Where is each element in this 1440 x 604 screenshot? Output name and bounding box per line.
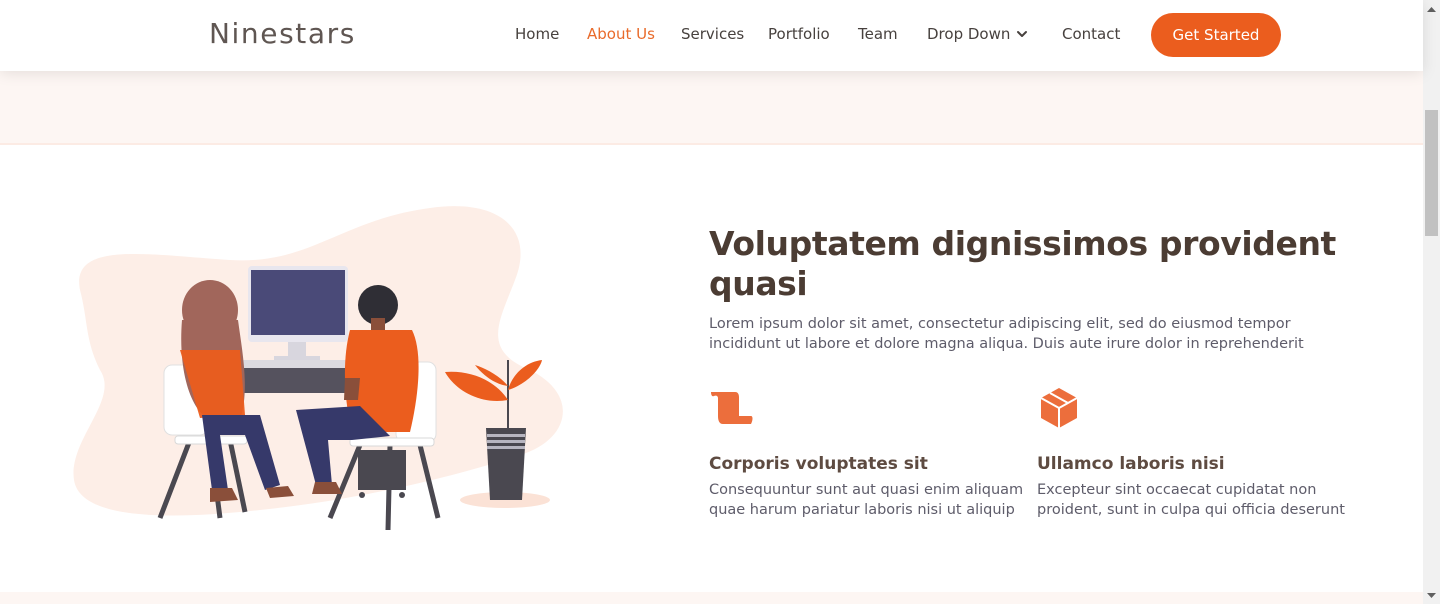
site-header: Ninestars Home About Us Services Portfol… bbox=[0, 0, 1423, 71]
feature-item: Ullamco laboris nisi Excepteur sint occa… bbox=[1037, 386, 1357, 520]
hero-band bbox=[0, 71, 1423, 145]
chevron-down-icon bbox=[1017, 31, 1028, 37]
cube-icon bbox=[1040, 388, 1078, 428]
nav-services[interactable]: Services bbox=[681, 25, 744, 43]
scroll-icon bbox=[711, 392, 753, 424]
next-section-band bbox=[0, 592, 1423, 604]
nav-drop-down[interactable]: Drop Down bbox=[927, 25, 1028, 43]
site-logo[interactable]: Ninestars bbox=[209, 17, 356, 50]
get-started-button[interactable]: Get Started bbox=[1151, 13, 1281, 57]
nav-portfolio[interactable]: Portfolio bbox=[768, 25, 830, 43]
nav-contact[interactable]: Contact bbox=[1062, 25, 1120, 43]
feature-text: Excepteur sint occaecat cupidatat non pr… bbox=[1037, 482, 1345, 518]
scrollbar-thumb[interactable] bbox=[1425, 110, 1438, 236]
page-scrollbar[interactable] bbox=[1423, 0, 1440, 604]
scroll-down-arrow-icon[interactable] bbox=[1423, 587, 1440, 604]
team-working-illustration bbox=[73, 206, 563, 531]
nav-team[interactable]: Team bbox=[858, 25, 898, 43]
feature-title: Ullamco laboris nisi bbox=[1037, 454, 1225, 474]
scroll-up-arrow-icon[interactable] bbox=[1423, 0, 1440, 17]
feature-title: Corporis voluptates sit bbox=[709, 454, 928, 474]
feature-item: Corporis voluptates sit Consequuntur sun… bbox=[709, 386, 1029, 520]
nav-drop-down-label: Drop Down bbox=[927, 25, 1011, 43]
feature-text: Consequuntur sunt aut quasi enim aliquam… bbox=[709, 482, 1024, 518]
nav-about-us[interactable]: About Us bbox=[587, 25, 655, 43]
about-lead-text: Lorem ipsum dolor sit amet, consectetur … bbox=[709, 316, 1304, 352]
nav-home[interactable]: Home bbox=[515, 25, 559, 43]
about-heading: Voluptatem dignissimos provident quasi bbox=[709, 224, 1336, 303]
